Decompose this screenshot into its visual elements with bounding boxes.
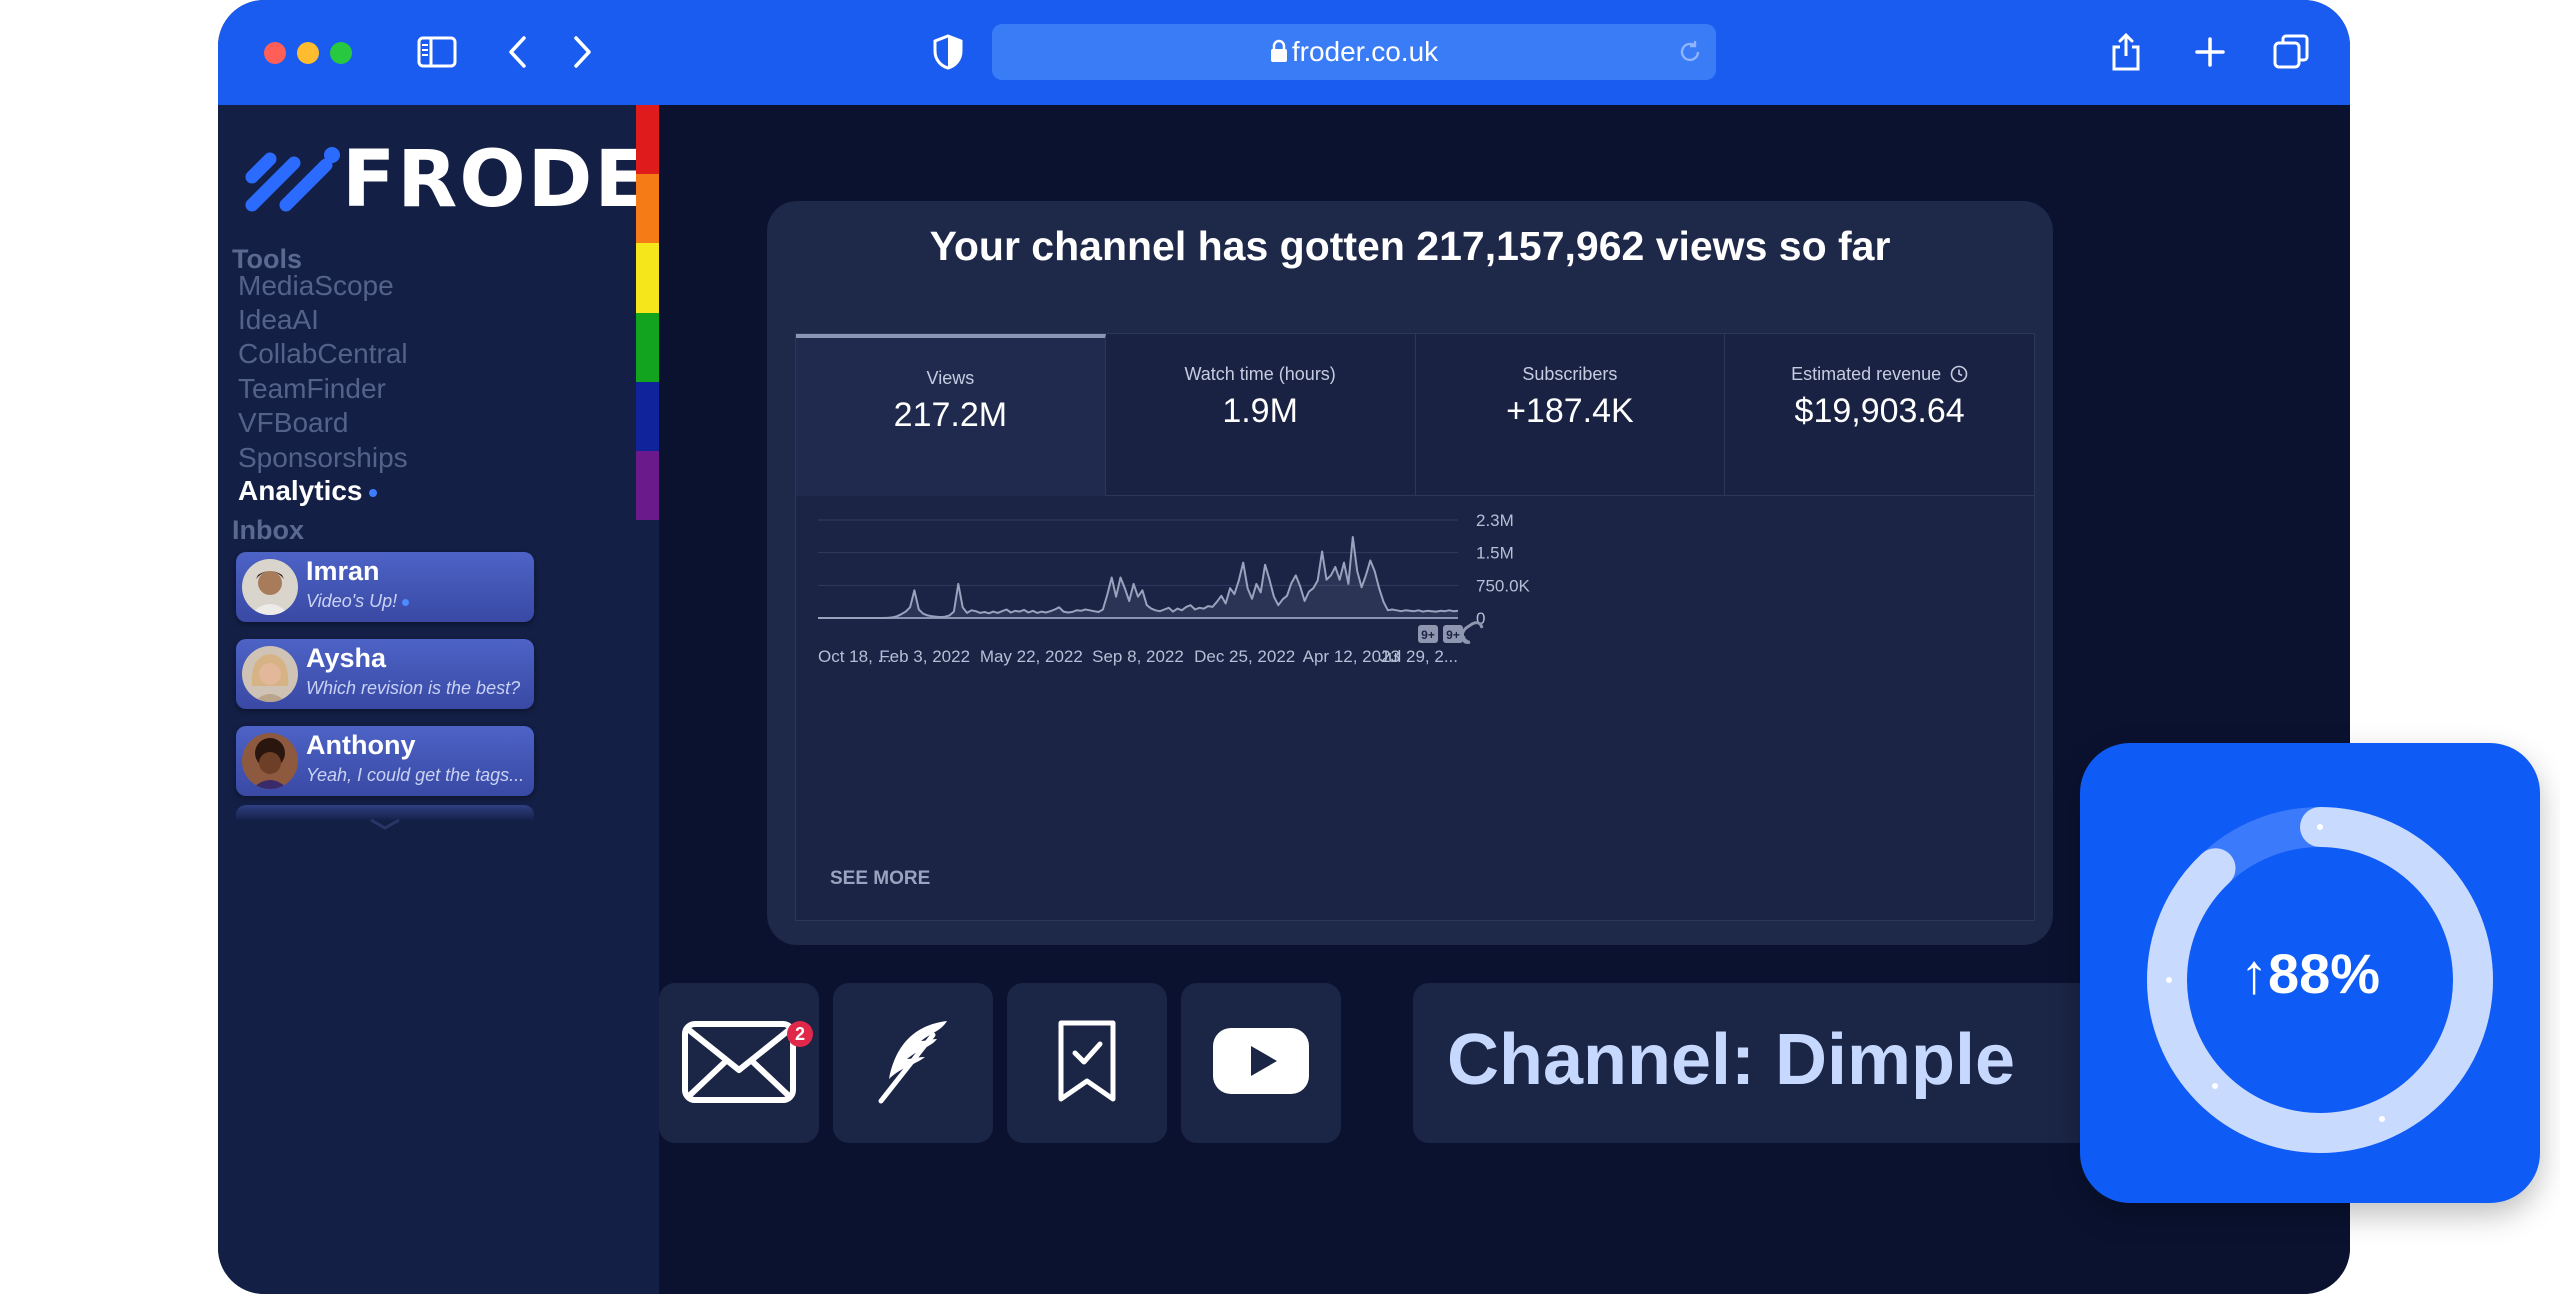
message-sender: Imran	[306, 556, 380, 586]
message-sender: Aysha	[306, 643, 387, 673]
tab-estimated-revenue[interactable]: Estimated revenue $19,903.64	[1725, 334, 2034, 496]
nav-item-sponsorships[interactable]: Sponsorships	[238, 442, 408, 474]
x-tick-label: May 22, 2022	[980, 647, 1083, 666]
mail-icon	[681, 1016, 797, 1111]
chart-badge-label: 9+	[1421, 628, 1435, 642]
maximize-window-button[interactable]	[330, 42, 352, 64]
lock-icon	[1270, 38, 1288, 70]
chart-badge-label: 9+	[1446, 628, 1460, 642]
stat-value: $19,903.64	[1794, 392, 1965, 430]
nav-item-analytics-label: Analytics	[238, 475, 363, 506]
app-sidebar: FRODER Tools MediaScope IdeaAI CollabCen…	[218, 105, 710, 1294]
stat-label-row: Estimated revenue	[1725, 364, 2034, 388]
address-bar[interactable]: froder.co.uk	[992, 24, 1716, 80]
ring-marker	[2212, 1083, 2218, 1089]
nav-item-mediascope[interactable]: MediaScope	[238, 270, 394, 302]
stripe-yellow	[636, 243, 659, 313]
froder-logo-icon[interactable]	[238, 141, 342, 222]
tab-overview-icon[interactable]	[2270, 30, 2312, 74]
stripe-blue	[636, 381, 659, 451]
saved-tile[interactable]	[1007, 983, 1167, 1143]
inbox-message[interactable]: Aysha Which revision is the best?	[236, 639, 534, 709]
stat-label: Watch time (hours)	[1184, 364, 1336, 384]
tab-watch-time[interactable]: Watch time (hours) 1.9M	[1105, 334, 1416, 496]
message-preview-text: Video's Up!	[306, 591, 398, 611]
write-tile[interactable]	[833, 983, 993, 1143]
pride-stripe	[636, 105, 659, 521]
growth-card[interactable]: ↑88%	[2080, 743, 2540, 1203]
sidebar-toggle-icon[interactable]	[414, 30, 460, 74]
see-more-link[interactable]: SEE MORE	[830, 868, 930, 890]
stat-value: 217.2M	[893, 396, 1008, 434]
browser-window: froder.co.uk FRODER Tools MediaScope Ide…	[218, 0, 2350, 1294]
ring-marker	[2317, 824, 2323, 830]
analytics-card: Your channel has gotten 217,157,962 view…	[767, 201, 2053, 945]
analytics-panel: Views 217.2M Watch time (hours) 1.9M Sub…	[795, 333, 2035, 921]
unread-dot	[402, 598, 410, 606]
tab-views[interactable]: Views 217.2M	[796, 334, 1106, 496]
youtube-play-icon	[1211, 1026, 1311, 1101]
x-tick-label: Jul 29, 2...	[1380, 647, 1458, 666]
reload-icon[interactable]	[1678, 40, 1702, 69]
nav-item-analytics[interactable]: Analytics	[238, 475, 377, 507]
stat-label: Subscribers	[1522, 364, 1618, 384]
stripe-orange	[636, 174, 659, 244]
y-tick-label: 2.3M	[1476, 511, 1514, 530]
views-area	[818, 537, 1458, 618]
inbox-message[interactable]: Imran Video's Up!	[236, 552, 534, 622]
nav-item-collabcentral[interactable]: CollabCentral	[238, 338, 408, 370]
stats-tabs: Views 217.2M Watch time (hours) 1.9M Sub…	[796, 334, 2034, 496]
nav-item-teamfinder[interactable]: TeamFinder	[238, 373, 386, 405]
stripe-red	[636, 105, 659, 175]
ring-marker	[2379, 1116, 2385, 1122]
url-text: froder.co.uk	[1291, 36, 1439, 67]
stat-label: Views	[926, 368, 975, 388]
youtube-tile[interactable]	[1181, 983, 1341, 1143]
x-tick-label: Dec 25, 2022	[1194, 647, 1295, 666]
inbox-tile[interactable]: 2	[659, 983, 819, 1143]
stat-value: +187.4K	[1506, 392, 1634, 430]
message-preview: Which revision is the best?	[306, 678, 521, 698]
avatar	[242, 733, 298, 789]
stat-label: Estimated revenue	[1791, 364, 1942, 384]
message-preview: Yeah, I could get the tags...	[306, 765, 525, 785]
y-tick-label: 1.5M	[1476, 544, 1514, 563]
stat-value: 1.9M	[1222, 392, 1298, 430]
message-preview: Video's Up!	[306, 591, 410, 612]
stripe-purple	[636, 450, 659, 521]
feather-icon	[873, 1017, 953, 1110]
back-icon[interactable]	[502, 30, 532, 74]
inbox-message[interactable]: Anthony Yeah, I could get the tags...	[236, 726, 534, 796]
close-window-button[interactable]	[264, 42, 286, 64]
active-indicator	[368, 488, 377, 497]
browser-toolbar: froder.co.uk	[218, 0, 2350, 105]
nav-item-vfboard[interactable]: VFBoard	[238, 407, 349, 439]
new-tab-icon[interactable]	[2190, 30, 2230, 74]
channel-name-tile[interactable]: Channel: Dimple	[1413, 983, 2093, 1143]
nav-item-ideaai[interactable]: IdeaAI	[238, 304, 319, 336]
bookmark-check-icon	[1055, 1019, 1119, 1108]
share-icon[interactable]	[2106, 30, 2146, 74]
tab-subscribers[interactable]: Subscribers +187.4K	[1415, 334, 1726, 496]
x-tick-label: Feb 3, 2022	[879, 647, 970, 666]
chevron-down-icon[interactable]	[368, 817, 402, 836]
avatar	[242, 559, 298, 615]
minimize-window-button[interactable]	[297, 42, 319, 64]
avatar	[242, 646, 298, 702]
clock-icon[interactable]	[1950, 365, 1968, 388]
views-line-chart[interactable]: 2.3M1.5M750.0K0Oct 18, ...Feb 3, 2022 May…	[796, 496, 2034, 836]
growth-percentage: ↑88%	[2239, 942, 2381, 1005]
forward-icon[interactable]	[568, 30, 598, 74]
x-tick-label: Sep 8, 2022	[1092, 647, 1184, 666]
notification-badge: 2	[787, 1021, 813, 1047]
views-headline: Your channel has gotten 217,157,962 view…	[929, 223, 1891, 269]
stripe-green	[636, 312, 659, 382]
inbox-section-title: Inbox	[232, 515, 304, 545]
y-tick-label: 750.0K	[1476, 576, 1531, 595]
message-sender: Anthony	[306, 730, 416, 760]
privacy-shield-icon[interactable]	[930, 30, 966, 74]
channel-label: Channel: Dimple	[1447, 1020, 2016, 1100]
